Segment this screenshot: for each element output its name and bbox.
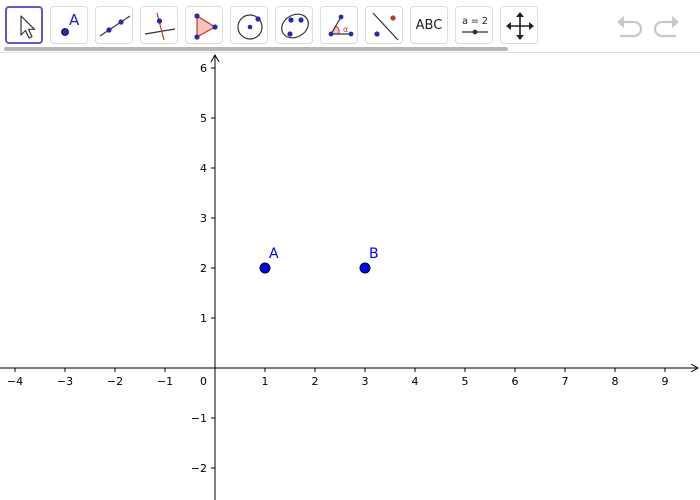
x-tick-label: 3 [362, 375, 369, 388]
angle-tool-button[interactable]: α [320, 6, 358, 44]
x-tick-label: −4 [7, 375, 23, 388]
x-tick-label: 1 [262, 375, 269, 388]
x-tick-label: −2 [107, 375, 123, 388]
redo-icon[interactable] [652, 12, 682, 40]
polygon-tool-button[interactable] [185, 6, 223, 44]
text-tool-button[interactable]: ABC [410, 6, 448, 44]
perpendicular-line-icon [144, 12, 176, 41]
y-tick-label: 1 [200, 312, 207, 325]
points: AB [259, 246, 379, 274]
text-tool-label: ABC [415, 17, 443, 33]
move-arrows-icon [506, 12, 534, 40]
reflect-tool-button[interactable] [365, 6, 403, 44]
toolbar: A α ABC a = 2 [0, 0, 700, 52]
toolbar-scrollbar[interactable] [4, 47, 508, 51]
point-tool-label: A [69, 11, 80, 29]
point-a-label[interactable]: A [269, 246, 279, 262]
angle-icon: α [328, 14, 354, 37]
cursor-arrow-icon [20, 15, 36, 39]
y-tick-label: 3 [200, 212, 207, 225]
undo-icon[interactable] [614, 12, 644, 40]
point-icon: A [61, 11, 80, 36]
x-tick-label: 4 [412, 375, 419, 388]
x-tick-label: 6 [512, 375, 519, 388]
perpendicular-line-tool-button[interactable] [140, 6, 178, 44]
point-a[interactable] [259, 262, 271, 274]
polygon-icon [194, 13, 218, 40]
x-tick-label: 2 [312, 375, 319, 388]
x-tick-label: 5 [462, 375, 469, 388]
conic-tool-button[interactable] [275, 6, 313, 44]
circle-icon [237, 14, 263, 40]
origin-label: 0 [200, 375, 207, 388]
move-graphics-view-tool-button[interactable] [500, 6, 538, 44]
x-tick-label: −1 [157, 375, 173, 388]
x-tick-label: −3 [57, 375, 73, 388]
axes: −4 −3 −2 −1 1 2 3 4 5 6 7 8 9 −2 −1 1 2 3 4 5 6 0 [0, 53, 700, 500]
y-tick-label: −2 [191, 462, 207, 475]
y-tick-label: −1 [191, 412, 207, 425]
x-tick-label: 7 [562, 375, 569, 388]
point-b[interactable] [359, 262, 371, 274]
y-tick-label: 4 [200, 162, 207, 175]
slider-tool-label: a = 2 [462, 16, 488, 27]
slider-icon: a = 2 [462, 16, 488, 35]
line-through-points-icon [99, 15, 131, 37]
slider-tool-button[interactable]: a = 2 [455, 6, 493, 44]
point-b-label[interactable]: B [369, 246, 379, 262]
graphics-view[interactable]: −4 −3 −2 −1 1 2 3 4 5 6 7 8 9−2−11234560 AB [0, 53, 700, 500]
point-tool-button[interactable]: A [50, 6, 88, 44]
circle-tool-button[interactable] [230, 6, 268, 44]
reflect-about-line-icon [372, 12, 399, 41]
y-tick-label: 5 [200, 112, 207, 125]
x-tick-label: 8 [612, 375, 619, 388]
y-tick-label: 2 [200, 262, 207, 275]
angle-alpha-label: α [343, 25, 348, 34]
move-tool-button[interactable] [5, 6, 43, 44]
y-tick-label: 6 [200, 62, 207, 75]
ellipse-icon [281, 13, 309, 39]
line-tool-button[interactable] [95, 6, 133, 44]
x-tick-label: 9 [662, 375, 669, 388]
